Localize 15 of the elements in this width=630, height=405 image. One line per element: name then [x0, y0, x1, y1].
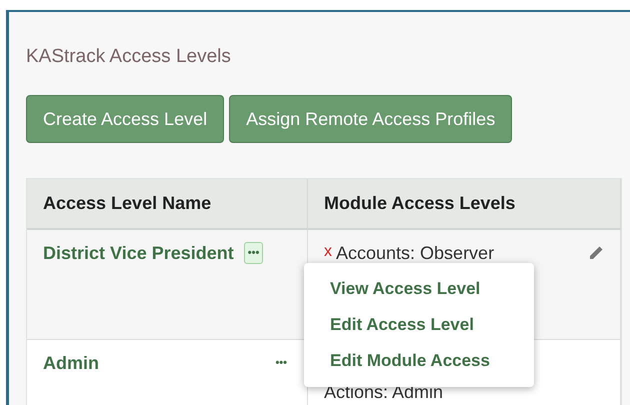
create-button[interactable]: Create Access Level — [26, 95, 224, 143]
column-header: Module Access Levels — [308, 179, 621, 230]
menu-item[interactable]: Edit Module Access — [304, 343, 534, 379]
actions-button[interactable]: ••• — [271, 352, 291, 374]
denied-mark: x — [324, 243, 332, 262]
actions-button[interactable]: ••• — [244, 242, 264, 264]
access-level-link[interactable]: Admin — [43, 353, 99, 374]
access-level-link[interactable]: District Vice President — [43, 243, 234, 264]
menu-item[interactable]: View Access Level — [304, 271, 534, 307]
assign-button[interactable]: Assign Remote Access Profiles — [229, 95, 512, 143]
menu-item[interactable]: Edit Access Level — [304, 307, 534, 343]
page-title: KAStrack Access Levels — [26, 46, 231, 68]
pencil-icon[interactable] — [588, 245, 604, 261]
column-header: Access Level Name — [27, 179, 308, 230]
module-access-text: Accounts: Observer — [336, 243, 494, 264]
